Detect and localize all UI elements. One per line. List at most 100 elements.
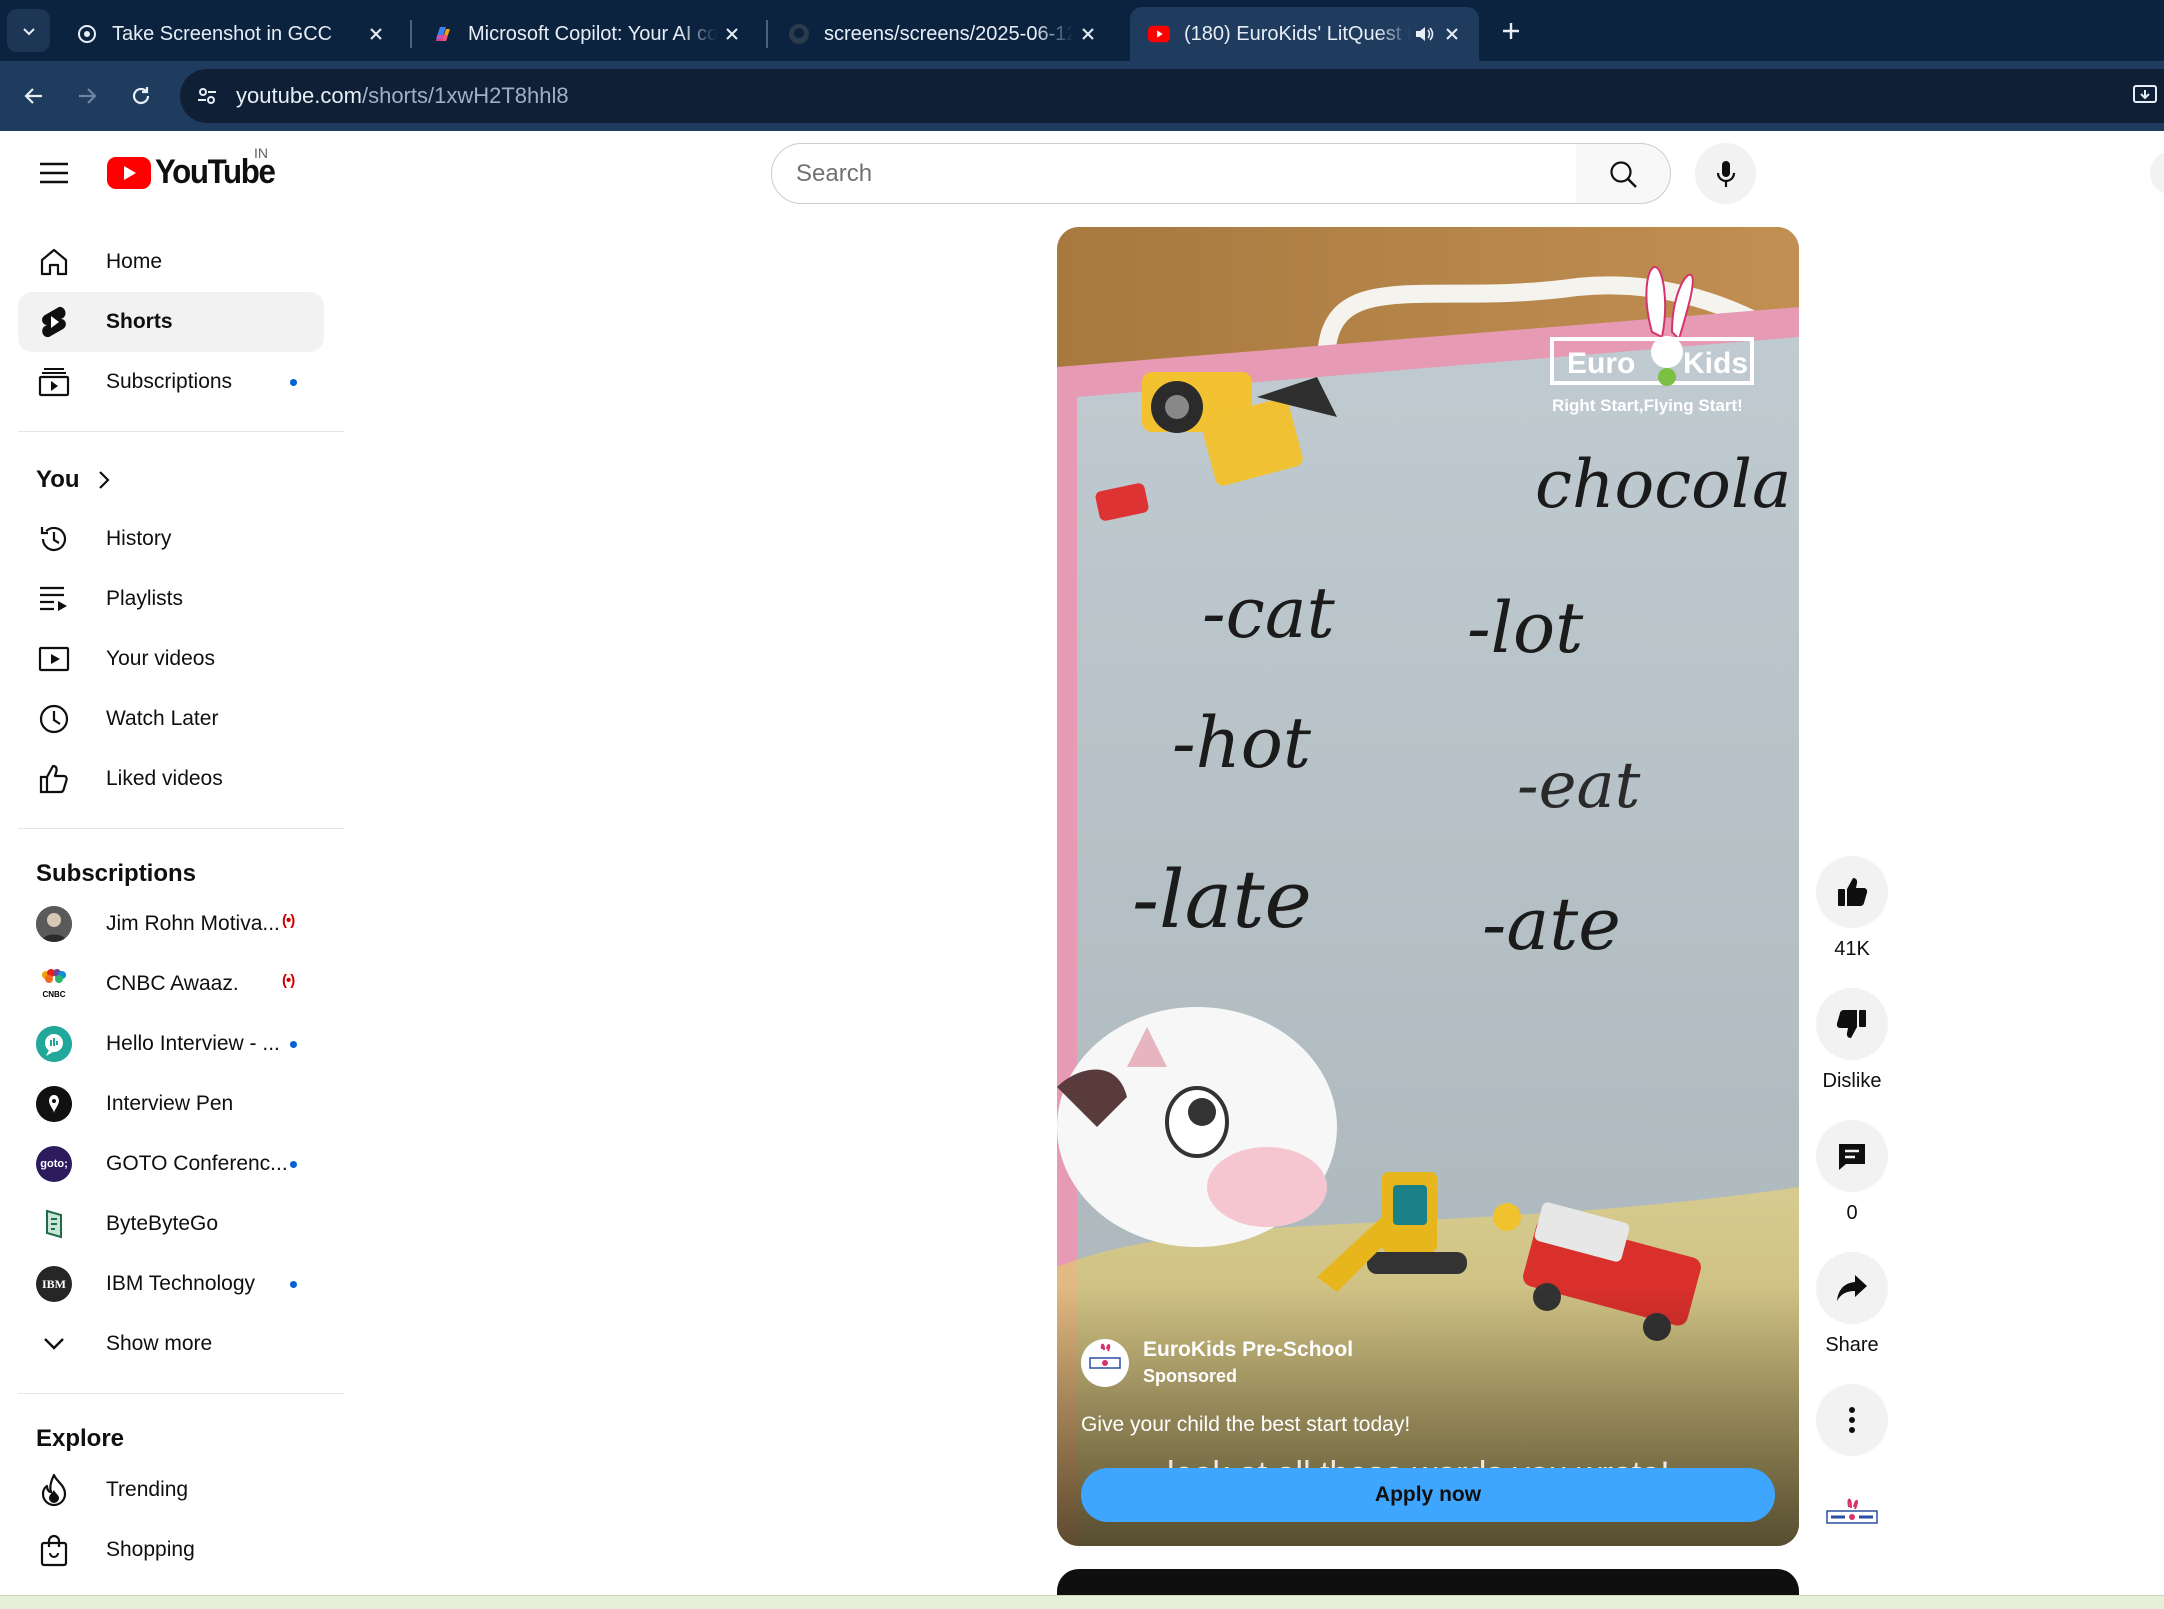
new-content-dot xyxy=(290,379,297,386)
tab-separator xyxy=(410,20,412,48)
forward-button[interactable] xyxy=(66,75,108,117)
section-divider xyxy=(18,1393,344,1394)
svg-text:Right Start,Flying Start!: Right Start,Flying Start! xyxy=(1552,396,1743,415)
youtube-logo[interactable]: YouTube IN xyxy=(107,145,285,192)
subscription-item[interactable]: Hello Interview - ... xyxy=(18,1014,324,1074)
show-more-button[interactable]: Show more xyxy=(18,1314,324,1374)
copilot-icon xyxy=(432,23,454,45)
thumbs-down-icon xyxy=(1836,1010,1866,1038)
account-button[interactable] xyxy=(2150,151,2164,195)
comments-button[interactable]: 0 xyxy=(1816,1120,1888,1225)
shorts-icon xyxy=(36,304,72,340)
back-arrow-icon xyxy=(24,88,42,104)
back-button[interactable] xyxy=(13,75,55,117)
channel-name: ByteByteGo xyxy=(106,1212,219,1235)
eurokids-avatar-icon xyxy=(1083,1340,1127,1385)
channel-avatar[interactable] xyxy=(1081,1338,1129,1387)
sidebar-item-label: Watch Later xyxy=(106,707,219,730)
reload-button[interactable] xyxy=(120,75,162,117)
dislike-button[interactable]: Dislike xyxy=(1816,988,1888,1093)
browser-tab-strip: Take Screenshot in GCC Microsoft Copilot… xyxy=(0,0,2164,61)
browser-tab[interactable]: Microsoft Copilot: Your AI companion xyxy=(414,7,759,61)
forward-arrow-icon xyxy=(79,88,97,104)
board-word: chocola xyxy=(1535,446,1791,523)
address-bar[interactable]: youtube.com/shorts/1xwH2T8hhl8 xyxy=(180,69,2164,123)
close-tab-icon[interactable] xyxy=(1437,19,1467,49)
channel-name[interactable]: EuroKids Pre-School xyxy=(1143,1338,1353,1362)
sidebar-item-shorts[interactable]: Shorts xyxy=(18,292,324,352)
new-tab-button[interactable] xyxy=(1494,14,1528,48)
plus-icon xyxy=(1503,23,1519,39)
shopping-bag-icon xyxy=(36,1532,72,1568)
search-box[interactable] xyxy=(771,143,1577,204)
new-content-dot xyxy=(290,1041,297,1048)
channel-info[interactable]: EuroKids Pre-School Sponsored xyxy=(1081,1338,1353,1387)
sidebar-item-history[interactable]: History xyxy=(18,509,324,569)
sidebar-item-label: History xyxy=(106,527,172,550)
subscription-item[interactable]: Interview Pen xyxy=(18,1074,324,1134)
subscription-item[interactable]: ByteByteGo xyxy=(18,1194,324,1254)
microphone-icon xyxy=(1716,160,1735,187)
svg-text:CNBC: CNBC xyxy=(42,990,65,999)
reload-icon xyxy=(132,87,150,105)
sidebar-item-home[interactable]: Home xyxy=(18,232,324,292)
search-button[interactable] xyxy=(1576,143,1671,204)
sidebar-item-playlists[interactable]: Playlists xyxy=(18,569,324,629)
dislike-label: Dislike xyxy=(1822,1070,1882,1092)
you-section-link[interactable]: You xyxy=(36,466,110,494)
install-app-icon[interactable] xyxy=(2132,81,2162,111)
apply-now-button[interactable]: Apply now xyxy=(1081,1468,1775,1522)
subscription-item[interactable]: goto; GOTO Conferenc... xyxy=(18,1134,324,1194)
channel-name: IBM Technology xyxy=(106,1272,256,1295)
new-content-dot xyxy=(290,1281,297,1288)
share-label: Share xyxy=(1825,1334,1879,1356)
sidebar-item-label: Playlists xyxy=(106,587,184,610)
openai-icon xyxy=(76,23,98,45)
hamburger-icon xyxy=(40,162,68,184)
share-button[interactable]: Share xyxy=(1816,1252,1888,1357)
browser-tab[interactable]: screens/screens/2025-06-12_09 xyxy=(770,7,1115,61)
tab-title: (180) EuroKids' LitQuest Program xyxy=(1184,22,1411,45)
sidebar-item-your-videos[interactable]: Your videos xyxy=(18,629,324,689)
site-info-icon[interactable] xyxy=(192,81,222,111)
audio-playing-icon[interactable] xyxy=(1411,25,1437,43)
board-word: -late xyxy=(1132,853,1312,946)
browser-tab[interactable]: Take Screenshot in GCC xyxy=(58,7,403,61)
channel-avatar xyxy=(36,1206,72,1242)
section-heading: Explore xyxy=(36,1425,125,1452)
sidebar-item-trending[interactable]: Trending xyxy=(18,1460,324,1520)
eurokids-logo-icon xyxy=(1826,1498,1878,1524)
close-tab-icon[interactable] xyxy=(361,19,391,49)
channel-name: Hello Interview - ... xyxy=(106,1032,280,1055)
sidebar-item-watch-later[interactable]: Watch Later xyxy=(18,689,324,749)
sidebar-item-label: Trending xyxy=(106,1478,189,1501)
comment-count: 0 xyxy=(1846,1202,1858,1224)
new-content-dot xyxy=(290,1161,297,1168)
close-tab-icon[interactable] xyxy=(1073,19,1103,49)
url-path: /shorts/1xwH2T8hhl8 xyxy=(361,83,569,108)
sidebar-item-label: Your videos xyxy=(106,647,215,670)
sidebar-item-subscriptions[interactable]: Subscriptions xyxy=(18,352,324,412)
browser-tab-active[interactable]: (180) EuroKids' LitQuest Program xyxy=(1130,7,1479,61)
like-button[interactable]: 41K xyxy=(1816,856,1888,961)
channel-name: CNBC Awaaz. xyxy=(106,972,239,995)
voice-search-button[interactable] xyxy=(1695,143,1756,204)
sidebar-item-shopping[interactable]: Shopping xyxy=(18,1520,324,1580)
guide-menu-button[interactable] xyxy=(32,151,76,195)
close-tab-icon[interactable] xyxy=(717,19,747,49)
subscription-item[interactable]: IBM IBM Technology xyxy=(18,1254,324,1314)
channel-avatar: CNBC xyxy=(36,966,72,1002)
search-input[interactable] xyxy=(796,159,1576,188)
more-actions-button[interactable] xyxy=(1816,1384,1888,1456)
tab-search-button[interactable] xyxy=(7,9,50,52)
subscription-item[interactable]: Jim Rohn Motiva... (•) xyxy=(18,894,324,954)
svg-text:Kids: Kids xyxy=(1683,347,1748,380)
explore-heading: Explore xyxy=(36,1425,124,1453)
subscription-item[interactable]: CNBC CNBC Awaaz. (•) xyxy=(18,954,324,1014)
tab-title: Take Screenshot in GCC xyxy=(112,22,333,45)
tab-separator xyxy=(766,20,768,48)
sidebar-item-liked-videos[interactable]: Liked videos xyxy=(18,749,324,809)
shorts-player[interactable]: Euro Kids Right Start,Flying Start! choc… xyxy=(1057,227,1799,1546)
sound-source-thumbnail[interactable] xyxy=(1823,1493,1881,1537)
trending-icon xyxy=(36,1472,72,1508)
